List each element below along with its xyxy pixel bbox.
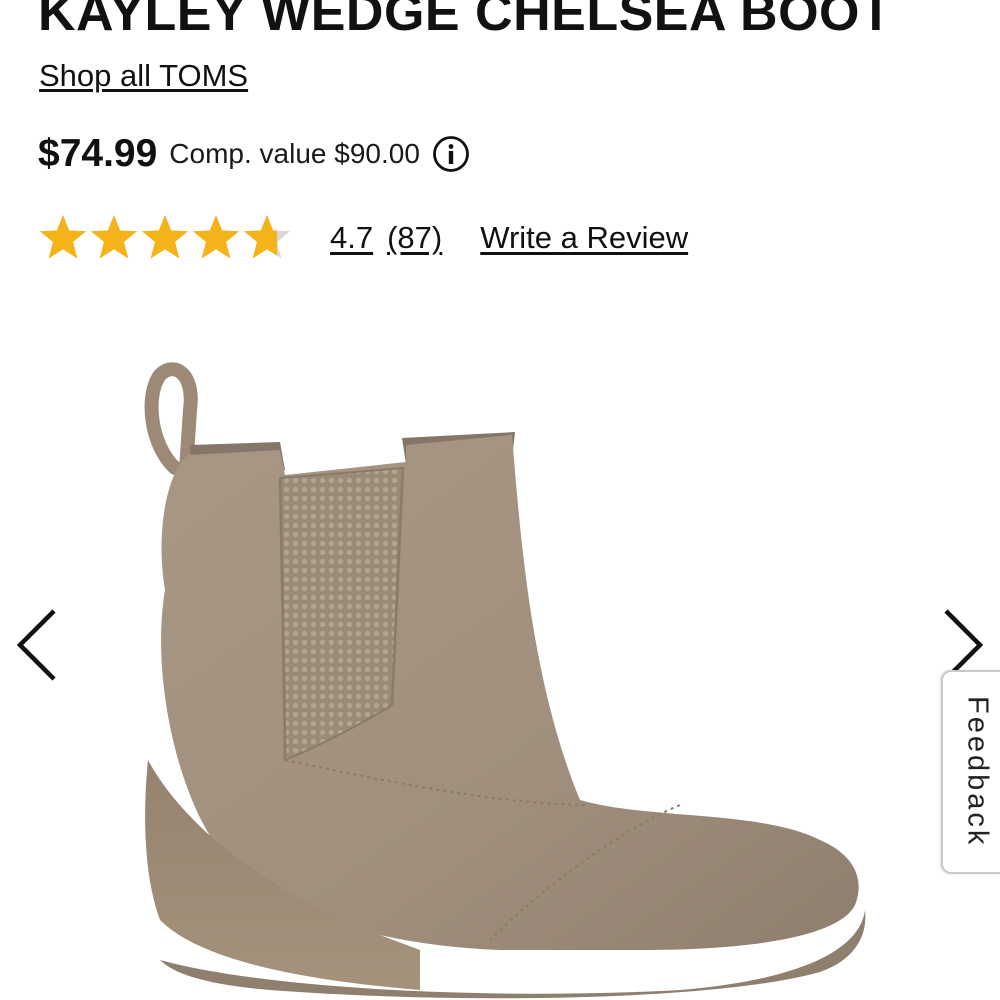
star-icon [142,215,188,259]
comp-value: Comp. value $90.00 [169,138,420,169]
chevron-left-icon[interactable] [12,605,62,685]
info-icon[interactable] [432,135,470,173]
rating-value[interactable]: 4.7 [330,220,373,256]
feedback-label: Feedback [961,696,994,848]
rating-row: 4.7 (87) Write a Review [38,208,688,268]
product-image [144,362,866,999]
rating-count[interactable]: (87) [387,220,442,256]
star-icon [91,215,137,259]
star-rating[interactable] [38,213,293,263]
product-title: KAYLEY WEDGE CHELSEA BOOT [38,0,893,42]
product-price: $74.99 [38,132,158,175]
price-row: $74.99 Comp. value $90.00 [38,128,470,180]
star-icon [244,215,290,259]
star-icon [193,215,239,259]
star-icon [40,215,86,259]
write-review-link[interactable]: Write a Review [480,220,688,256]
feedback-tab[interactable]: Feedback [941,670,1000,874]
shop-all-brand-link[interactable]: Shop all TOMS [39,58,248,94]
